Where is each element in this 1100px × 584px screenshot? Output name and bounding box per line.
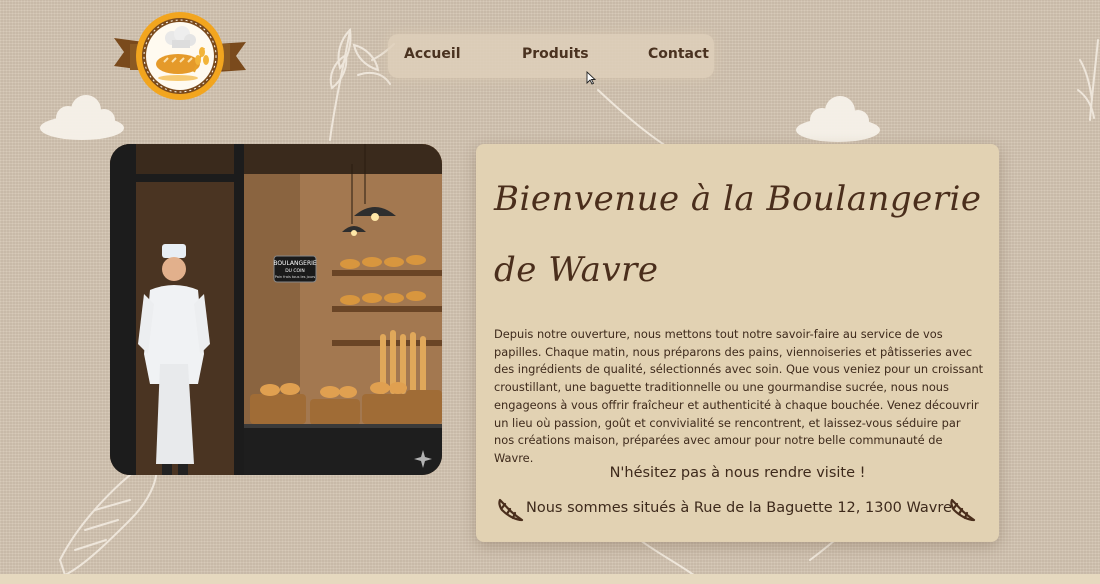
- welcome-card: Bienvenue à la Boulangerie de Wavre Depu…: [476, 144, 999, 542]
- address-text: Nous sommes situés à Rue de la Baguette …: [526, 500, 952, 516]
- croissant-icon: [498, 498, 524, 522]
- nav-item-accueil[interactable]: Accueil: [404, 46, 461, 62]
- nav-item-produits[interactable]: Produits: [522, 46, 589, 62]
- shop-sign-line1: BOULANGERIE: [273, 260, 317, 267]
- address-row: Nous sommes situés à Rue de la Baguette …: [496, 494, 978, 526]
- croissant-icon: [950, 498, 976, 522]
- welcome-description: Depuis notre ouverture, nous mettons tou…: [494, 327, 984, 465]
- visit-invitation: N'hésitez pas à nous rendre visite !: [609, 465, 866, 481]
- footer-strip: [0, 574, 1100, 584]
- shop-sign-line2: DU COIN: [285, 268, 305, 274]
- mouse-cursor-icon: [586, 71, 596, 85]
- nav-item-contact[interactable]: Contact: [648, 46, 709, 62]
- bakery-logo[interactable]: [110, 6, 250, 106]
- shop-sign-line3: Pain frais tous les jours: [275, 275, 316, 279]
- main-navigation: Accueil Produits Contact: [388, 34, 714, 78]
- bakery-storefront-photo: BOULANGERIE DU COIN Pain frais tous les …: [110, 144, 442, 475]
- bakery-logo-icon: [114, 12, 246, 100]
- welcome-title: Bienvenue à la Boulangerie de Wavre: [494, 179, 982, 290]
